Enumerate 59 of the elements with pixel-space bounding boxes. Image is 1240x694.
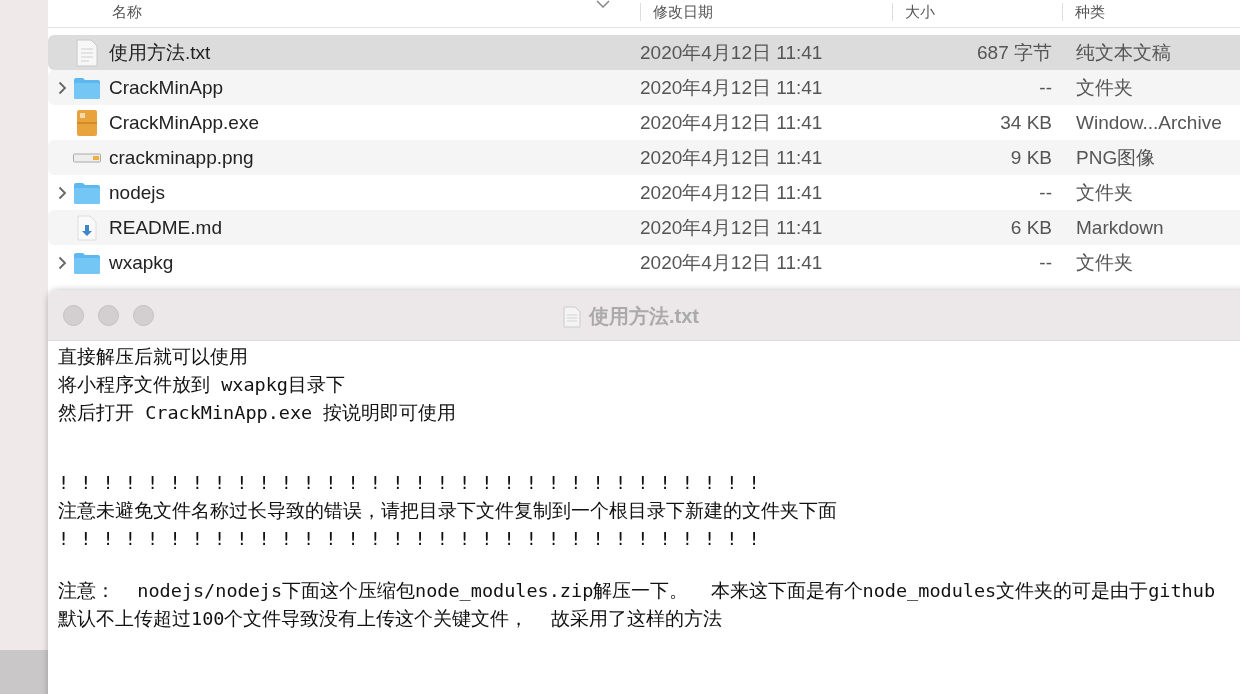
file-size: 6 KB — [1009, 216, 1052, 239]
document-icon — [73, 38, 101, 67]
folder-icon — [73, 250, 101, 275]
file-name: README.md — [109, 216, 222, 239]
window-edge — [0, 650, 48, 694]
file-size: -- — [1038, 181, 1052, 204]
chevron-icon — [596, 0, 610, 8]
text-line: 将小程序文件放到 wxapkg目录下 — [58, 373, 346, 397]
modified-date: 2020年4月12日 11:41 — [640, 40, 824, 65]
file-kind: PNG图像 — [1076, 145, 1156, 170]
text-line: 注意未避免文件名称过长导致的错误，请把目录下文件复制到一个根目录下新建的文件夹下面 — [58, 499, 838, 523]
file-name: nodejs — [109, 181, 165, 204]
file-size: 687 字节 — [976, 40, 1052, 65]
file-row[interactable]: 使用方法.txt 2020年4月12日 11:41 687 字节 纯文本文稿 — [48, 35, 1240, 70]
file-kind: 文件夹 — [1076, 75, 1133, 100]
text-line: 注意： nodejs/nodejs下面这个压缩包node_modules.zip解压一下。 本来这下面是有个node_modules文件夹的可是由于github — [58, 579, 1217, 603]
file-row[interactable]: CrackMinApp.exe 2020年4月12日 11:41 34 KB Window...Archive — [48, 105, 1240, 140]
file-size: -- — [1038, 76, 1052, 99]
column-header[interactable]: 种类 — [1062, 3, 1105, 21]
file-name: 使用方法.txt — [109, 40, 211, 65]
modified-date: 2020年4月12日 11:41 — [640, 180, 824, 205]
modified-date: 2020年4月12日 11:41 — [640, 110, 824, 135]
column-header[interactable]: 修改日期 — [640, 3, 713, 21]
file-kind: 文件夹 — [1076, 250, 1133, 275]
folder-icon — [73, 180, 101, 205]
file-kind: 文件夹 — [1076, 180, 1133, 205]
file-size: -- — [1038, 251, 1052, 274]
file-name: CrackMinApp — [109, 76, 224, 99]
disclosure-chevron-icon[interactable] — [58, 80, 67, 95]
modified-date: 2020年4月12日 11:41 — [640, 250, 824, 275]
modified-date: 2020年4月12日 11:41 — [640, 145, 824, 170]
file-name: wxapkg — [109, 251, 174, 274]
disclosure-chevron-icon[interactable] — [58, 255, 67, 270]
file-row[interactable]: CrackMinApp 2020年4月12日 11:41 -- 文件夹 — [48, 70, 1240, 105]
file-name: crackminapp.png — [109, 146, 254, 169]
text-line: 直接解压后就可以使用 — [58, 345, 249, 369]
file-size: 9 KB — [1009, 146, 1052, 169]
file-size: 34 KB — [999, 111, 1052, 134]
folder-icon — [73, 75, 101, 100]
text-line: ! ! ! ! ! ! ! ! ! ! ! ! ! ! ! ! ! ! ! ! ! ! ! ! ! ! ! ! ! ! ! ! — [58, 471, 761, 495]
file-row[interactable]: README.md 2020年4月12日 11:41 6 KB Markdown — [48, 210, 1240, 245]
column-header[interactable]: 名称 — [112, 3, 142, 21]
file-kind: Window...Archive — [1076, 111, 1222, 134]
disclosure-chevron-icon[interactable] — [58, 185, 67, 200]
file-row[interactable]: crackminapp.png 2020年4月12日 11:41 9 KB PNG图像 — [48, 140, 1240, 175]
modified-date: 2020年4月12日 11:41 — [640, 215, 824, 240]
text-line: 然后打开 CrackMinApp.exe 按说明即可使用 — [58, 401, 458, 425]
text-line: 默认不上传超过100个文件导致没有上传这个关键文件， 故采用了这样的方法 — [58, 607, 723, 631]
file-row[interactable]: nodejs 2020年4月12日 11:41 -- 文件夹 — [48, 175, 1240, 210]
file-kind: Markdown — [1076, 216, 1164, 239]
file-row[interactable]: wxapkg 2020年4月12日 11:41 -- 文件夹 — [48, 245, 1240, 280]
text-line: ! ! ! ! ! ! ! ! ! ! ! ! ! ! ! ! ! ! ! ! ! ! ! ! ! ! ! ! ! ! ! ! — [58, 527, 761, 551]
document-icon — [563, 305, 581, 328]
window-title: 使用方法.txt — [589, 304, 699, 329]
column-header[interactable]: 大小 — [892, 3, 935, 21]
file-name: CrackMinApp.exe — [109, 111, 259, 134]
image-file-icon — [73, 152, 101, 163]
file-kind: 纯文本文稿 — [1076, 40, 1171, 65]
modified-date: 2020年4月12日 11:41 — [640, 75, 824, 100]
